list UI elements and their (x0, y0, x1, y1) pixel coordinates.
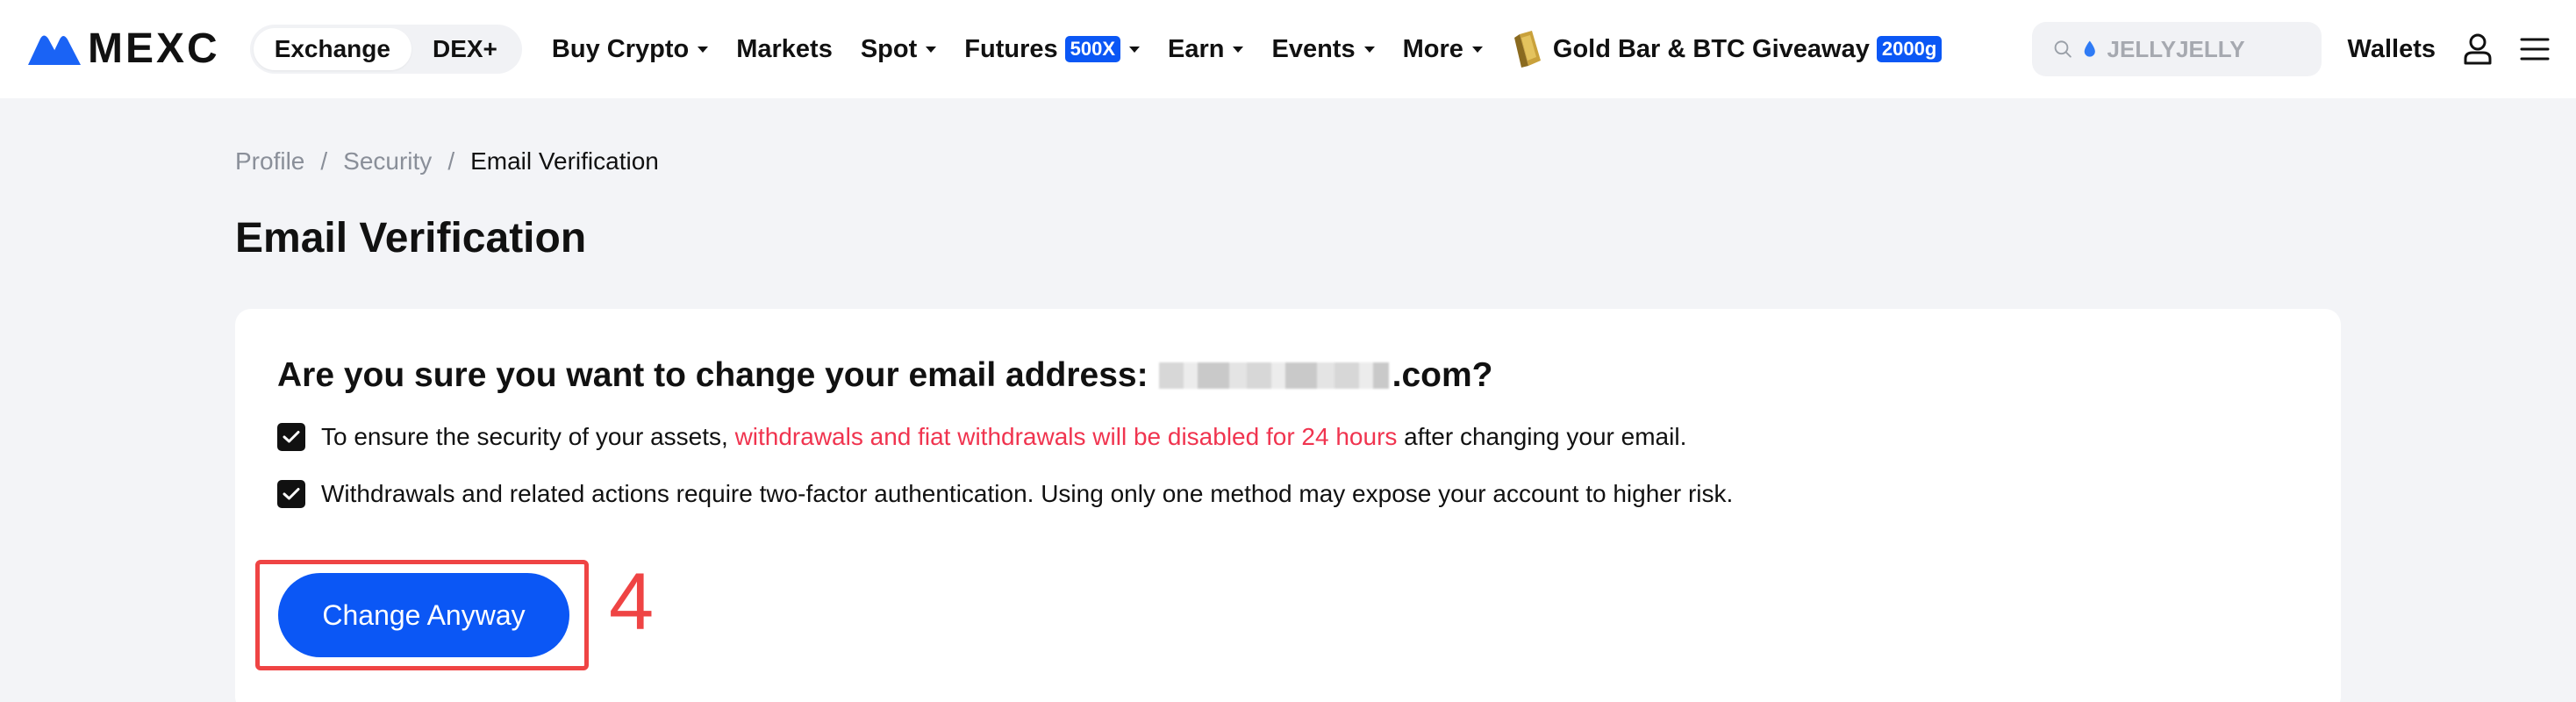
mexc-logo-icon (28, 35, 81, 65)
exchange-dex-switch: Exchange DEX+ (249, 25, 522, 74)
search-box[interactable] (2031, 22, 2322, 76)
ack-text-1-after: after changing your email. (1397, 423, 1687, 450)
top-navigation: MEXC Exchange DEX+ Buy Crypto Markets Sp… (0, 0, 2576, 98)
confirm-question: Are you sure you want to change your ema… (277, 356, 1492, 395)
search-icon (2054, 40, 2072, 58)
tab-dex-label: DEX+ (432, 35, 497, 62)
breadcrumb-security[interactable]: Security (343, 147, 432, 176)
ack-checkbox-2[interactable] (277, 480, 305, 508)
breadcrumb-current: Email Verification (470, 147, 659, 175)
giveaway-badge: 2000g (1876, 36, 1943, 62)
tab-exchange[interactable]: Exchange (253, 28, 411, 70)
page-title: Email Verification (235, 215, 587, 261)
wallets-link[interactable]: Wallets (2348, 35, 2436, 64)
main-nav: Buy Crypto Markets Spot Futures 500X Ear… (551, 29, 1943, 69)
nav-more-label: More (1402, 34, 1463, 63)
caret-down-icon (1471, 46, 1483, 53)
caret-down-icon (698, 46, 709, 53)
ack-text-1: To ensure the security of your assets, w… (321, 423, 1686, 451)
breadcrumb: Profile / Security / Email Verification (235, 147, 659, 176)
ack-text-1-before: To ensure the security of your assets, (321, 423, 735, 450)
menu-icon[interactable] (2520, 36, 2550, 62)
futures-badge: 500X (1064, 36, 1120, 62)
logo-text: MEXC (88, 25, 220, 72)
ack-row-2fa: Withdrawals and related actions require … (277, 480, 1733, 508)
caret-down-icon (1129, 46, 1140, 53)
question-prefix: Are you sure you want to change your ema… (277, 356, 1148, 394)
breadcrumb-separator: / (320, 147, 328, 175)
caret-down-icon (1233, 46, 1244, 53)
tab-dex[interactable]: DEX+ (411, 28, 519, 70)
header-right: Wallets (2031, 22, 2550, 76)
check-icon (283, 488, 300, 500)
nav-events[interactable]: Events (1271, 34, 1375, 64)
nav-gold-giveaway[interactable]: Gold Bar & BTC Giveaway 2000g (1511, 29, 1943, 69)
mexc-logo[interactable]: MEXC (26, 28, 220, 70)
nav-spot-label: Spot (860, 34, 918, 63)
caret-down-icon (1363, 46, 1375, 53)
gold-bar-icon (1513, 31, 1541, 68)
breadcrumb-separator: / (447, 147, 455, 175)
question-suffix: .com? (1392, 356, 1493, 394)
ack-checkbox-1[interactable] (277, 423, 305, 451)
nav-markets-label: Markets (736, 34, 833, 63)
caret-down-icon (926, 46, 937, 53)
ack-text-1-warning: withdrawals and fiat withdrawals will be… (734, 423, 1398, 450)
gold-giveaway-label: Gold Bar & BTC Giveaway (1552, 34, 1870, 63)
nav-more[interactable]: More (1403, 35, 1483, 64)
page: MEXC Exchange DEX+ Buy Crypto Markets Sp… (0, 0, 2576, 702)
nav-futures[interactable]: Futures 500X (964, 35, 1140, 64)
nav-earn-label: Earn (1168, 34, 1225, 63)
nav-futures-label: Futures (964, 34, 1058, 63)
ack-text-2: Withdrawals and related actions require … (321, 480, 1734, 507)
nav-earn[interactable]: Earn (1168, 34, 1244, 64)
nav-markets[interactable]: Markets (736, 35, 833, 64)
nav-spot[interactable]: Spot (860, 34, 937, 64)
check-icon (283, 431, 300, 443)
nav-events-label: Events (1271, 34, 1356, 63)
nav-buy-crypto[interactable]: Buy Crypto (551, 34, 709, 64)
breadcrumb-profile[interactable]: Profile (235, 147, 304, 176)
annotation-step-number: 4 (609, 557, 655, 647)
search-input[interactable] (2107, 35, 2301, 63)
user-icon[interactable] (2462, 32, 2494, 66)
masked-email (1158, 362, 1389, 389)
tab-exchange-label: Exchange (274, 35, 390, 62)
change-anyway-button[interactable]: Change Anyway (278, 573, 569, 657)
nav-buy-crypto-label: Buy Crypto (551, 34, 690, 63)
ack-row-withdrawal-lock: To ensure the security of your assets, w… (277, 423, 1686, 451)
droplet-icon (2084, 40, 2095, 57)
